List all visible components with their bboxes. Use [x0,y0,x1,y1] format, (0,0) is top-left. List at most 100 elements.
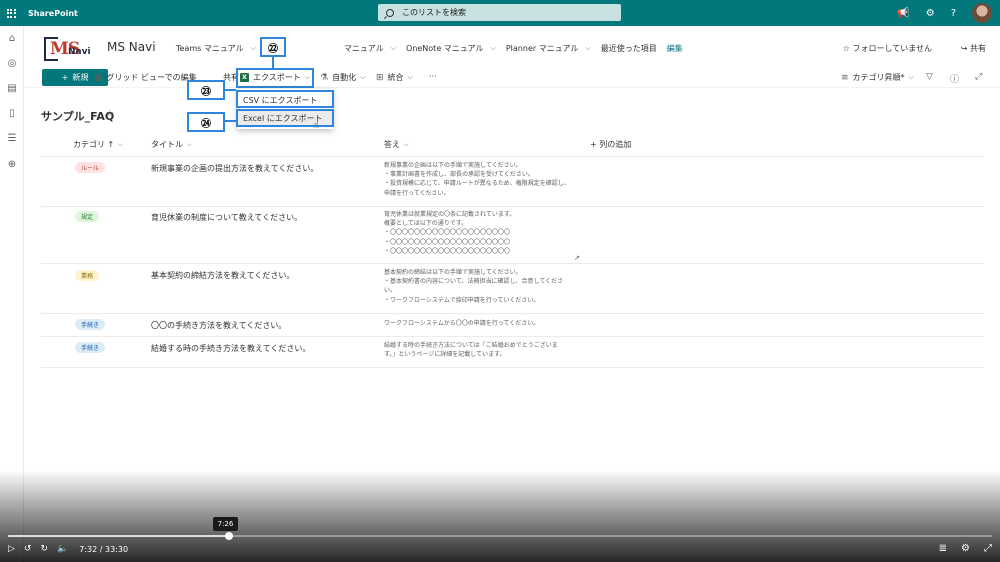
help-icon[interactable]: ? [951,8,956,19]
add-icon[interactable]: ⊕ [7,160,17,170]
add-column-button[interactable]: + 列の追加 [590,139,631,150]
column-header-title[interactable]: タイトル ⌵ [151,139,192,150]
row-divider [41,263,984,264]
search-placeholder: このリストを検索 [402,8,466,17]
row-title[interactable]: 新規事業の企画の提出方法を教えてください。 [151,163,318,174]
info-icon[interactable]: ⓘ [950,72,959,85]
playback-controls: ▷ ↺ ↻ 🔈 7:32 / 33:30 [8,544,128,554]
fullscreen-icon[interactable]: ⤢ [975,72,982,82]
chevron-down-icon: ⌵ [360,73,366,81]
row-answer: 結婚する時の手続き方法については「ご結婚おめでとうございま す。」というページに… [384,342,558,359]
nav-item-edit[interactable]: 編集 [667,43,693,54]
nav-item-onenote[interactable]: OneNote マニュアル ⌵ [406,43,506,54]
avatar[interactable] [972,3,992,23]
fullscreen-toggle-icon[interactable]: ⤢ [984,543,992,554]
volume-icon[interactable]: 🔈 [57,544,68,554]
gear-icon[interactable]: ⚙ [926,8,935,19]
callout-number-23: ㉓ [187,80,225,100]
news-icon[interactable]: ▤ [7,84,17,94]
globe-icon[interactable]: ◎ [7,59,17,69]
row-title[interactable]: 育児休業の制度について教えてください。 [151,212,302,223]
follow-button[interactable]: ☆ フォローしていません [843,43,932,54]
site-logo[interactable]: MS Navi [44,35,94,61]
category-badge: 手続き [75,319,106,330]
search-icon [386,8,394,17]
category-badge: 業務 [75,270,100,281]
share-button[interactable]: ↪ 共有 [961,43,986,54]
waffle-icon[interactable] [0,0,22,26]
row-divider [41,206,984,207]
home-icon[interactable]: ⌂ [7,34,17,44]
app-title[interactable]: SharePoint [28,9,78,18]
more-button[interactable]: ··· [429,72,437,81]
row-title[interactable]: 基本契約の締結方法を教えてください。 [151,270,294,281]
progress-bar[interactable] [8,532,992,540]
nav-item-recent[interactable]: 最近使った項目 [601,43,667,54]
chevron-down-icon: ⌵ [490,44,496,52]
callout-number-24: ㉔ [187,112,225,132]
column-header-answer[interactable]: 答え ⌵ [384,139,409,150]
row-answer: 育児休業は就業規定の〇条に記載されています。 概要としては以下の通りです。 ・〇… [384,211,516,255]
playback-controls-right: ≣ ⚙ ⤢ [939,543,992,554]
integrate-icon: ⊞ [376,72,384,83]
site-header: MS Navi MS Navi Teams マニュアル ⌵ マニュアル ⌵ OneN… [24,26,1000,68]
row-answer: 基本契約の締結は以下の手順で実施してください。 ・基本契約書の内容について、法務… [384,269,564,304]
row-answer: 新規事業の企画は以下の手順で実施してください。 ・事業計画書を作成し、部長の承認… [384,162,570,197]
callout-box-22 [236,68,314,88]
category-badge: 規定 [75,211,100,222]
row-title[interactable]: 結婚する時の手続き方法を教えてください。 [151,343,310,354]
settings-icon[interactable]: ⚙ [961,543,970,554]
chevron-down-icon: ⌵ [118,140,123,148]
chevron-down-icon: ⌵ [187,140,192,148]
row-divider [41,336,984,337]
mouse-pointer-icon: ☝ [313,120,320,131]
play-icon[interactable]: ▷ [8,544,15,554]
favorite-star-icon[interactable]: ☆ [106,109,114,119]
callout-connector-23 [225,89,236,91]
list-icon[interactable]: ☰ [7,134,17,144]
filter-icon[interactable]: ▽ [926,72,933,82]
chevron-down-icon: ⌵ [585,44,591,52]
command-bar: + 新規 ▦ グリッド ビューでの編集 共有 X エクスポート ⌵ ⚗ 自動化 ⌵ ⊞ 統合… [24,68,1000,88]
category-badge: ルール [75,162,106,173]
row-divider [41,367,984,368]
video-controls-overlay [0,470,1000,562]
row-title[interactable]: 〇〇の手続き方法を教えてください。 [151,320,286,331]
open-in-new-icon[interactable]: ↗ [574,254,580,262]
header-divider [41,156,984,157]
automate-button[interactable]: ⚗ 自動化 ⌵ [320,72,365,83]
grid-edit-button[interactable]: ▦ グリッド ビューでの編集 [94,72,197,83]
file-icon[interactable]: ▯ [7,109,17,119]
category-badge: 手続き [75,342,106,353]
forward-10-icon[interactable]: ↻ [40,544,48,554]
suite-bar: SharePoint このリストを検索 📢 ⚙ ? [0,0,1000,26]
nav-item-manual[interactable]: マニュアル ⌵ [344,43,406,54]
chevron-down-icon: ⌵ [407,73,413,81]
chevron-down-icon: ⌵ [908,73,914,81]
chevron-down-icon: ⌵ [250,44,256,52]
seek-tooltip: 7:26 [213,517,238,531]
grid-icon: ▦ [94,72,103,83]
chevron-down-icon: ⌵ [390,44,397,52]
site-name[interactable]: MS Navi [107,40,156,54]
nav-item-planner[interactable]: Planner マニュアル ⌵ [506,43,601,54]
megaphone-icon[interactable]: 📢 [897,8,909,19]
row-divider [41,313,984,314]
time-display: 7:32 / 33:30 [79,544,129,554]
search-box[interactable]: このリストを検索 [378,4,621,21]
share-icon: ↪ [960,44,968,53]
chevron-down-icon: ⌵ [404,140,409,148]
nav-item-teams[interactable]: Teams マニュアル ⌵ [176,43,266,54]
callout-box-23 [236,90,334,108]
list-title: サンプル_FAQ [41,110,115,123]
progress-fill [8,535,230,537]
automate-icon: ⚗ [320,72,329,83]
captions-icon[interactable]: ≣ [939,543,947,554]
integrate-button[interactable]: ⊞ 統合 ⌵ [376,72,413,83]
column-header-category[interactable]: カテゴリ ↑ ⌵ [73,139,123,150]
view-selector[interactable]: ≡ カテゴリ昇順* ⌵ [841,72,914,83]
rewind-10-icon[interactable]: ↺ [24,544,32,554]
top-navigation: Teams マニュアル ⌵ マニュアル ⌵ OneNote マニュアル ⌵ Plann… [176,43,693,54]
plus-icon: + [61,73,69,82]
callout-number-22: ㉒ [260,37,286,57]
